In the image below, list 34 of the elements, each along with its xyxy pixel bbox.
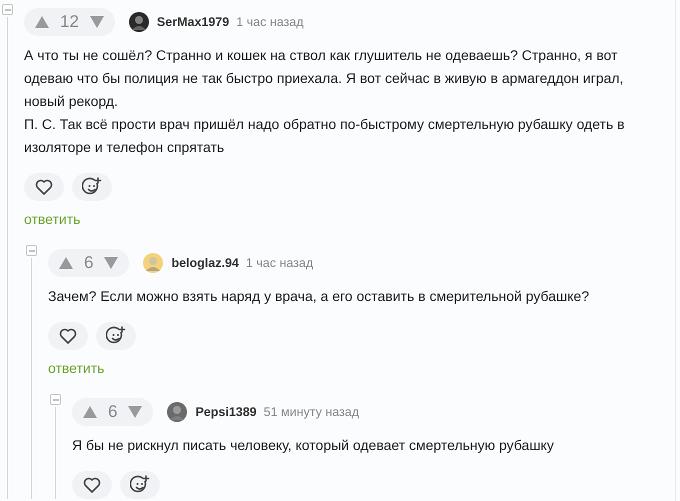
like-button[interactable] [24,173,64,201]
upvote-icon[interactable] [34,15,50,29]
reaction-button[interactable] [72,173,112,201]
comment-text: Я бы не рискнул писать человеку, который одевает смертельную рубашку [72,436,555,455]
timestamp: 1 час назад [246,256,314,270]
author-name[interactable]: beloglaz.94 [171,256,239,270]
vote-count: 12 [60,12,79,32]
downvote-icon[interactable] [127,405,144,419]
heart-icon [35,179,53,195]
timestamp: 1 час назад [236,15,304,29]
collapse-toggle[interactable] [2,4,13,15]
upvote-icon[interactable] [82,405,98,419]
vote-count: 6 [108,402,118,422]
heart-icon [59,328,77,344]
like-button[interactable] [72,471,112,499]
author-name[interactable]: Pepsi1389 [195,405,257,419]
heart-icon [83,477,101,493]
timestamp: 51 минуту назад [264,405,360,419]
collapse-toggle[interactable] [50,394,61,405]
smiley-add-icon [82,177,102,197]
comment-text: А что ты не сошёл? Странно и кошек на ствол как глушитель не одеваешь? Странно, я вот одеваю что бы полиция не так быстро приехала. Я вот сейчас в живую в армагеддон играл, новый рекорд. [24,46,624,111]
vote-count: 6 [84,253,94,273]
reaction-button[interactable] [96,322,136,350]
comment-text: П. С. Так всё прости врач пришёл надо обратно по-быстрому смертельную рубашку одеть в изоляторе и телефон спрятать [24,115,626,157]
collapse-toggle[interactable] [26,245,37,256]
smiley-add-icon [106,326,126,346]
reaction-button[interactable] [120,471,160,499]
upvote-icon[interactable] [58,256,74,270]
smiley-add-icon [130,475,150,495]
downvote-icon[interactable] [103,256,120,270]
like-button[interactable] [48,322,88,350]
comment-text: Зачем? Если можно взять наряд у врача, а его оставить в смерительной рубашке? [48,287,590,306]
author-name[interactable]: SerMax1979 [156,15,230,29]
downvote-icon[interactable] [88,15,105,29]
